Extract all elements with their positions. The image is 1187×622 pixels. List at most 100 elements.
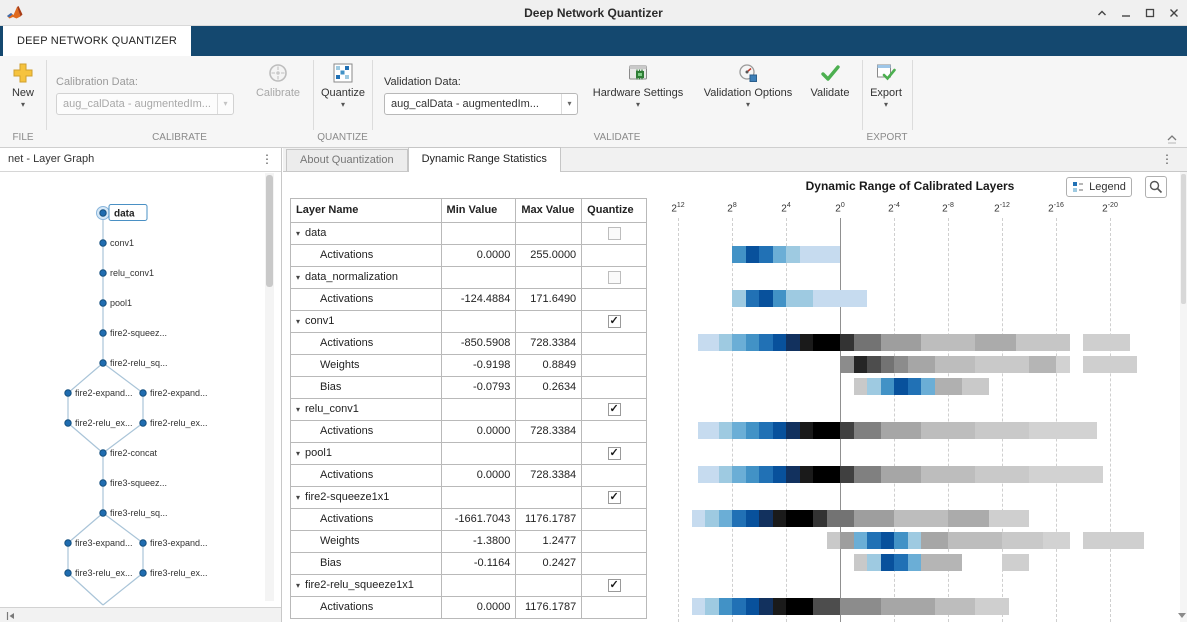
table-row[interactable]: Bias -0.1164 0.2427 (291, 553, 647, 575)
hardware-settings-button[interactable]: Hardware Settings ▾ (590, 60, 686, 134)
table-row[interactable]: ▾ data (291, 223, 647, 245)
graph-node[interactable] (64, 569, 72, 577)
graph-node[interactable] (64, 419, 72, 427)
stat-name: Weights (320, 535, 360, 547)
tab-dynamic-range-statistics[interactable]: Dynamic Range Statistics (407, 147, 561, 172)
expand-caret-icon[interactable]: ▾ (296, 317, 300, 326)
table-row[interactable]: Activations -124.4884 171.6490 (291, 289, 647, 311)
graph-node[interactable] (99, 479, 107, 487)
table-row[interactable]: Activations 0.0000 728.3384 (291, 421, 647, 443)
graph-node[interactable] (99, 449, 107, 457)
quantize-checkbox[interactable]: ✓ (607, 491, 621, 504)
panel-menu-icon[interactable]: ⋮ (261, 148, 273, 171)
expand-caret-icon[interactable]: ▾ (296, 273, 300, 282)
table-row[interactable]: Weights -0.9198 0.8849 (291, 355, 647, 377)
graph-node[interactable] (139, 389, 147, 397)
graph-node[interactable] (99, 299, 107, 307)
quantize-checkbox[interactable] (607, 271, 621, 284)
graph-node-label: fire2-expand... (75, 388, 133, 398)
chevron-down-icon: ▾ (745, 100, 750, 109)
layer-graph-canvas[interactable]: data conv1 relu_conv1 pool1 fire2-squeez... f… (0, 172, 264, 607)
graph-node[interactable] (64, 389, 72, 397)
column-header[interactable]: Layer Name (291, 199, 442, 223)
graph-node[interactable] (99, 269, 107, 277)
max-value-cell: 0.2427 (516, 553, 583, 575)
table-row[interactable]: Activations 0.0000 255.0000 (291, 245, 647, 267)
expand-caret-icon[interactable]: ▾ (296, 493, 300, 502)
graph-node[interactable] (99, 359, 107, 367)
magnifier-icon (1149, 180, 1163, 194)
table-row[interactable]: ▾ fire2-relu_squeeze1x1 ✓ (291, 575, 647, 597)
quantize-checkbox[interactable]: ✓ (607, 579, 621, 592)
validate-button[interactable]: Validate (806, 60, 854, 134)
calibration-data-dropdown[interactable]: aug_calData - augmentedIm... ▾ (56, 93, 234, 115)
graph-node[interactable] (139, 539, 147, 547)
table-row[interactable]: ▾ fire2-squeeze1x1 ✓ (291, 487, 647, 509)
new-button[interactable]: New ▾ (4, 60, 42, 134)
validation-data-dropdown[interactable]: aug_calData - augmentedIm... ▾ (384, 93, 578, 115)
table-row[interactable]: ▾ data_normalization (291, 267, 647, 289)
layer-name: fire2-squeeze1x1 (305, 491, 390, 503)
validation-options-button[interactable]: Validation Options ▾ (698, 60, 798, 134)
layer-name-cell: ▾ conv1 (291, 311, 442, 333)
maximize-icon[interactable] (1143, 6, 1157, 20)
stat-name: Bias (320, 557, 342, 569)
scroll-down-icon[interactable] (1178, 613, 1186, 618)
scrollbar-thumb[interactable] (1181, 174, 1186, 304)
graph-node[interactable] (99, 209, 107, 217)
calibrate-icon (269, 64, 287, 82)
table-row[interactable]: Activations -850.5908 728.3384 (291, 333, 647, 355)
quantize-checkbox[interactable] (607, 227, 621, 240)
ribbon-divider (372, 60, 373, 130)
legend-button[interactable]: Legend (1066, 177, 1132, 197)
quantize-cell (582, 509, 647, 531)
expand-caret-icon[interactable]: ▾ (296, 581, 300, 590)
close-icon[interactable] (1167, 6, 1181, 20)
table-row[interactable]: ▾ pool1 ✓ (291, 443, 647, 465)
new-button-label: New (11, 87, 34, 99)
minimize-icon[interactable] (1119, 6, 1133, 20)
tab-deep-network-quantizer[interactable]: DEEP NETWORK QUANTIZER (3, 26, 192, 56)
quantize-checkbox[interactable]: ✓ (607, 447, 621, 460)
left-panel-scrollbar[interactable] (265, 173, 274, 601)
document-menu-icon[interactable]: ⋮ (1161, 152, 1173, 166)
quantize-checkbox[interactable]: ✓ (607, 403, 621, 416)
graph-node-label: fire3-expand... (150, 538, 208, 548)
collapse-window-icon[interactable] (1095, 6, 1109, 20)
table-row[interactable]: Activations 0.0000 728.3384 (291, 465, 647, 487)
graph-node-label: fire3-squeez... (110, 478, 167, 488)
graph-node[interactable] (99, 509, 107, 517)
graph-node[interactable] (64, 539, 72, 547)
layer-name-cell: Activations (291, 597, 442, 619)
collapse-ribbon-icon[interactable] (1165, 132, 1179, 144)
zoom-button[interactable] (1145, 176, 1167, 198)
table-row[interactable]: Activations 0.0000 1176.1787 (291, 597, 647, 619)
collapse-panel-icon[interactable] (4, 609, 16, 621)
calibrate-button-label: Calibrate (255, 87, 301, 99)
column-header[interactable]: Max Value (516, 199, 583, 223)
expand-caret-icon[interactable]: ▾ (296, 229, 300, 238)
table-row[interactable]: Weights -1.3800 1.2477 (291, 531, 647, 553)
export-button[interactable]: Export ▾ (864, 60, 908, 134)
graph-node[interactable] (139, 569, 147, 577)
table-row[interactable]: Bias -0.0793 0.2634 (291, 377, 647, 399)
quantize-checkbox[interactable]: ✓ (607, 315, 621, 328)
table-row[interactable]: ▾ relu_conv1 ✓ (291, 399, 647, 421)
graph-node[interactable] (139, 419, 147, 427)
column-header[interactable]: Min Value (441, 199, 517, 223)
scrollbar-thumb[interactable] (266, 175, 273, 287)
expand-caret-icon[interactable]: ▾ (296, 449, 300, 458)
graph-node[interactable] (99, 329, 107, 337)
column-header[interactable]: Quantize (582, 199, 647, 223)
tab-about-quantization[interactable]: About Quantization (286, 149, 408, 171)
graph-node[interactable] (99, 239, 107, 247)
max-value-cell (516, 399, 583, 421)
export-section-label: EXPORT (866, 132, 908, 143)
calibrate-button[interactable]: Calibrate (252, 60, 304, 134)
calibration-data-label: Calibration Data: (56, 76, 138, 88)
table-row[interactable]: ▾ conv1 ✓ (291, 311, 647, 333)
quantize-button[interactable]: Quantize ▾ (318, 60, 368, 134)
table-row[interactable]: Activations -1661.7043 1176.1787 (291, 509, 647, 531)
expand-caret-icon[interactable]: ▾ (296, 405, 300, 414)
hardware-settings-icon (629, 65, 647, 80)
